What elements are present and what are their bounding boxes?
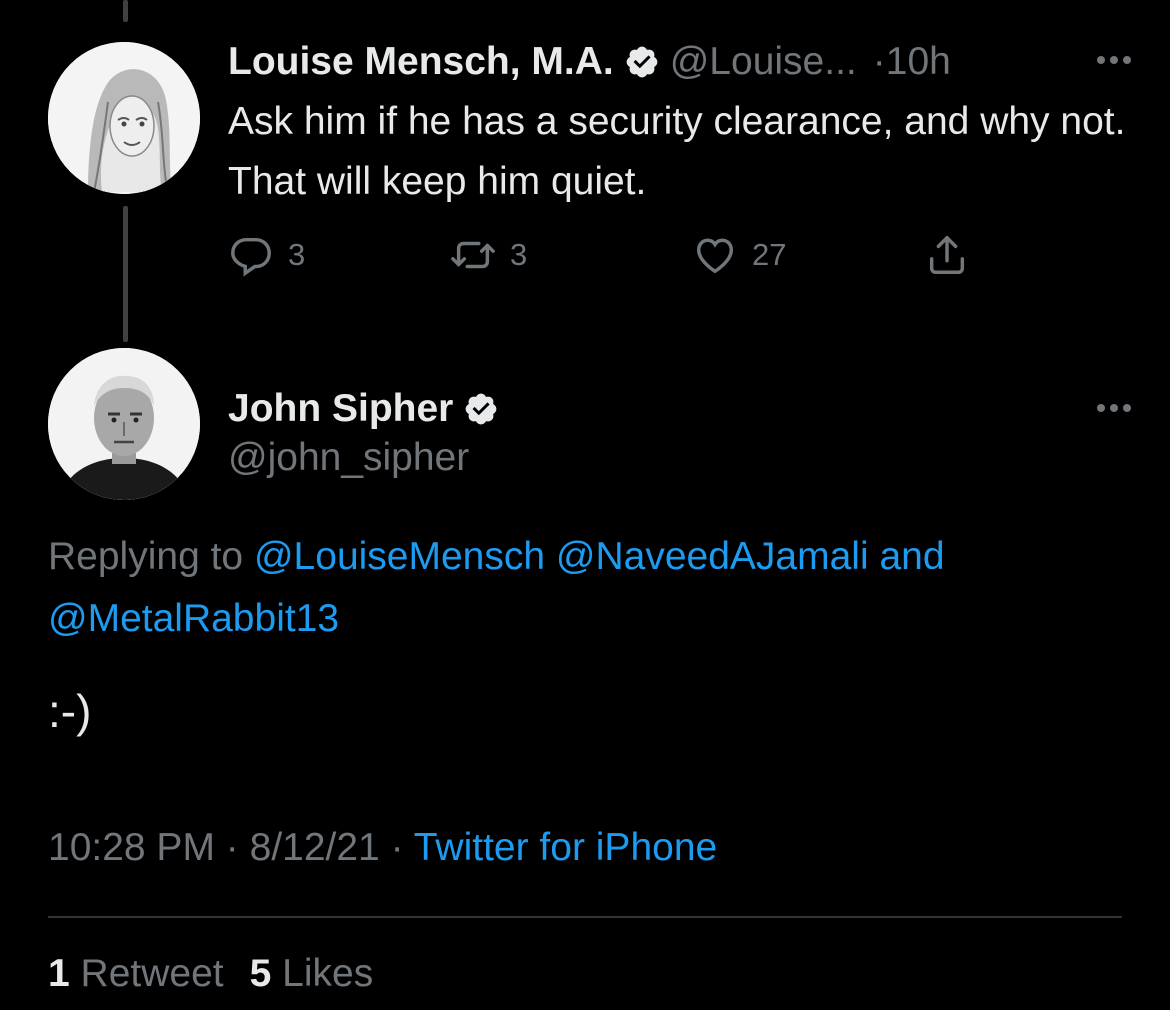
verified-badge-icon (624, 44, 660, 80)
avatar-louise-mensch[interactable] (48, 42, 200, 194)
share-button[interactable] (924, 226, 970, 284)
thread-line-connector (123, 206, 128, 342)
tweet-time: 10:28 PM (48, 826, 215, 869)
like-button[interactable]: 27 (692, 226, 786, 284)
retweet-button[interactable]: 3 (450, 226, 527, 284)
parent-timestamp[interactable]: ·10h (873, 40, 951, 84)
share-icon (929, 236, 965, 274)
retweet-total: 1 (48, 952, 70, 995)
retweet-label: Retweet (80, 952, 224, 995)
sketch-portrait-icon (48, 42, 200, 194)
reply-count: 3 (288, 237, 306, 272)
retweet-icon (451, 241, 495, 269)
mention-link-naveedajamali[interactable]: @NaveedAJamali (556, 535, 869, 578)
avatar-john-sipher[interactable] (48, 348, 200, 500)
reply-icon (231, 237, 271, 277)
retweets-stat[interactable]: 1 Retweet (48, 952, 224, 995)
reply-button[interactable]: 3 (228, 226, 305, 284)
parent-handle[interactable]: @Louise... (670, 40, 857, 84)
heart-icon (696, 238, 734, 274)
meta-separator: · (390, 826, 404, 869)
divider (48, 916, 1122, 918)
meta-separator: · (225, 826, 239, 869)
parent-tweet-actions: 3 3 27 (228, 226, 988, 284)
parent-tweet-text: Ask him if he has a security clearance, … (228, 100, 1126, 203)
tweet-date: 8/12/21 (249, 826, 380, 869)
tweet-thread-view: Louise Mensch, M.A. @Louise... ·10h Ask … (0, 0, 1170, 1010)
mention-link-metalrabbit13[interactable]: @MetalRabbit13 (48, 597, 339, 640)
tweet-source-link[interactable]: Twitter for iPhone (414, 826, 717, 869)
main-display-name[interactable]: John Sipher (228, 387, 453, 431)
parent-display-name[interactable]: Louise Mensch, M.A. (228, 40, 614, 84)
more-options-icon[interactable] (1092, 50, 1136, 70)
verified-badge-icon (463, 391, 499, 427)
more-options-icon[interactable] (1092, 398, 1136, 418)
parent-tweet-header: Louise Mensch, M.A. @Louise... ·10h (228, 36, 1130, 88)
portrait-photo-icon (48, 348, 200, 500)
thread-line-top (123, 0, 128, 22)
tweet-meta: 10:28 PM · 8/12/21 · Twitter for iPhone (48, 826, 717, 870)
main-handle[interactable]: @john_sipher (228, 436, 469, 480)
replying-to-line: Replying to @LouiseMensch @NaveedAJamali… (48, 526, 1128, 650)
tweet-stats: 1 Retweet 5 Likes (48, 952, 373, 996)
likes-label: Likes (282, 952, 374, 995)
retweet-count: 3 (510, 237, 528, 272)
mention-and-connector[interactable]: and (879, 535, 944, 578)
replying-to-label: Replying to (48, 535, 244, 578)
like-count: 27 (752, 237, 787, 272)
like-total: 5 (249, 952, 272, 995)
mention-link-louisemensch[interactable]: @LouiseMensch (254, 535, 545, 578)
main-tweet-text: :-) (48, 685, 92, 737)
likes-stat[interactable]: 5 Likes (250, 952, 374, 995)
main-tweet-author: John Sipher (228, 383, 509, 435)
